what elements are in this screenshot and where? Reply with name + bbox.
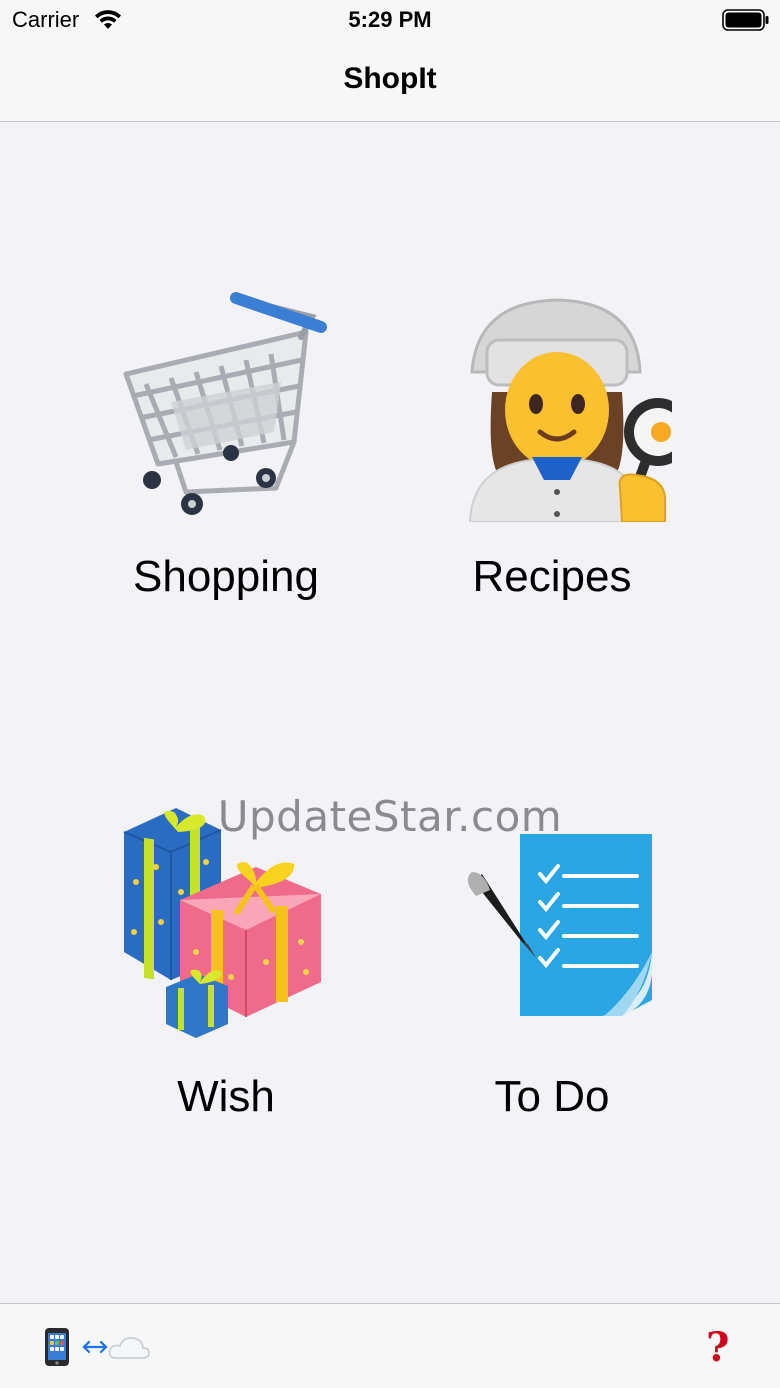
- shopping-cart-icon: [123, 292, 327, 515]
- checklist-icon: [467, 834, 653, 1016]
- phone-cloud-sync-icon: [45, 1328, 150, 1366]
- main-content: Shopping Recipes UpdateStar.com Wish To …: [0, 122, 780, 1303]
- tile-wish[interactable]: Wish: [76, 802, 376, 1122]
- tile-label-wish: Wish: [177, 1072, 275, 1121]
- page-title: ShopIt: [343, 62, 437, 95]
- tile-shopping[interactable]: Shopping: [76, 292, 376, 602]
- gift-boxes-icon: [123, 808, 321, 1038]
- tile-label-shopping: Shopping: [133, 552, 319, 601]
- status-bar: Carrier 5:29 PM: [0, 0, 780, 40]
- tile-todo[interactable]: To Do: [402, 802, 702, 1122]
- question-mark-icon: ?: [706, 1324, 730, 1371]
- help-button[interactable]: ?: [706, 1324, 729, 1371]
- bottom-toolbar: ?: [0, 1303, 780, 1388]
- tile-recipes[interactable]: Recipes: [402, 292, 702, 602]
- battery-icon: [722, 9, 770, 36]
- woman-cook-icon: [468, 298, 672, 522]
- tile-label-todo: To Do: [494, 1072, 610, 1121]
- sync-button[interactable]: [40, 1326, 152, 1368]
- navigation-bar: ShopIt: [0, 40, 780, 122]
- status-time: 5:29 PM: [348, 7, 432, 32]
- tile-label-recipes: Recipes: [472, 552, 632, 601]
